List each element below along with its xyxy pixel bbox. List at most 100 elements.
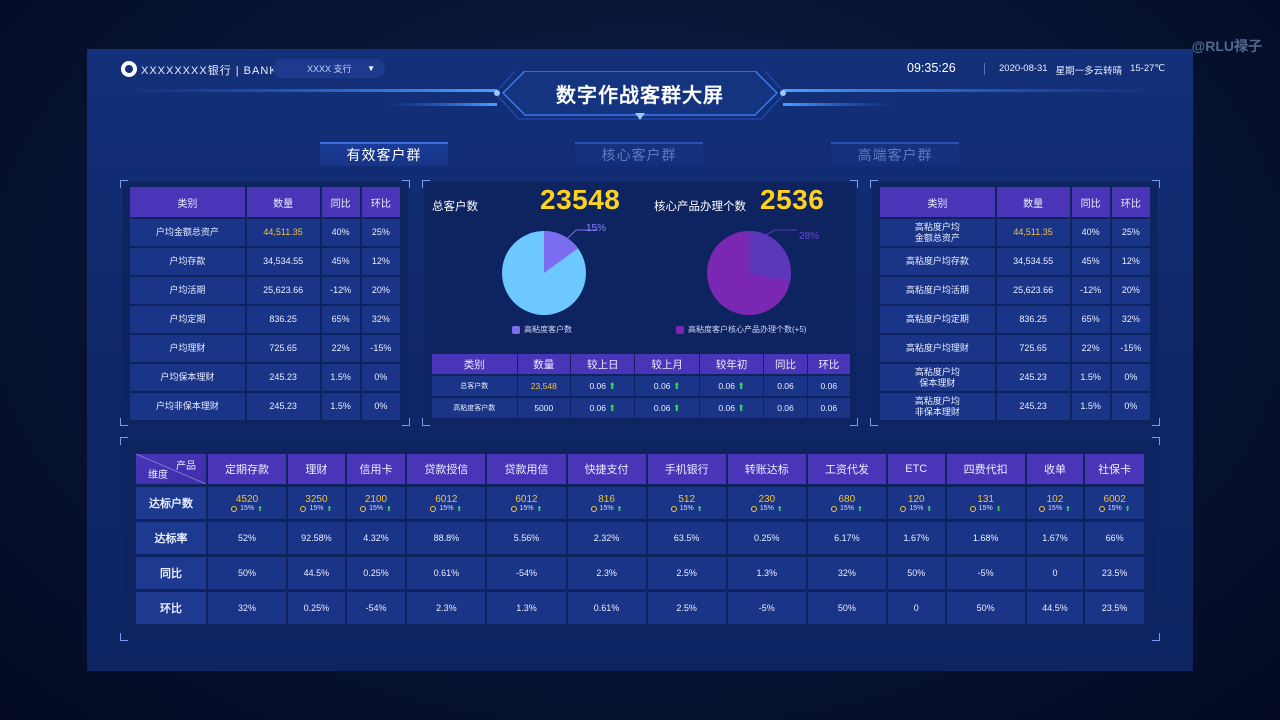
table-cell: 6.17% (807, 522, 886, 554)
table-cell: 2.3% (407, 592, 486, 624)
row-label-cell: 高粘度户均 保本理财 (880, 364, 995, 391)
table-cell: 44,511.35 (996, 219, 1070, 246)
left-stats-table: 类别 数量 同比 环比 户均金额总资产 44,511.35 40% 25% 户均存款 34,53… (128, 185, 402, 422)
count-subinfo: 15% ⬆ (1085, 505, 1144, 513)
product-column-header: 信用卡 (346, 454, 406, 484)
table-cell: 25,623.66 (996, 277, 1070, 304)
table-cell: 12% (361, 248, 400, 275)
table-row: 高粘度户均 非保本理财 245.23 1.5% 0% (880, 393, 1150, 420)
right-stats-table: 类别 数量 同比 环比 高粘度户均 金额总资产 44,511.35 40% 25% 高粘度户均存… (878, 185, 1152, 422)
table-cell: 2.3% (567, 557, 646, 589)
corner-decoration (1152, 418, 1160, 426)
dimension-bottom-label: 维度 (148, 470, 168, 481)
corner-decoration (422, 180, 430, 188)
cell-value: 0.06 (718, 402, 735, 413)
arrow-up-icon: ⬆ (608, 402, 616, 413)
table-cell: 40% (321, 219, 360, 246)
column-header: 类别 (432, 354, 517, 374)
column-header: 环比 (1111, 187, 1150, 217)
table-cell: 12% (1111, 248, 1150, 275)
table-cell: 20% (1111, 277, 1150, 304)
table-cell: 1.3% (487, 592, 566, 624)
table-cell: -15% (361, 335, 400, 362)
row-label-cell: 高粘度户均存款 (880, 248, 995, 275)
table-cell: 40% (1071, 219, 1110, 246)
corner-decoration (1152, 633, 1160, 641)
corner-decoration (120, 180, 128, 188)
core-products-label: 核心产品办理个数 (654, 201, 746, 213)
table-row: 高粘度户均活期 25,623.66 -12% 20% (880, 277, 1150, 304)
coin-icon (670, 505, 677, 512)
table-cell: 245.23 (246, 393, 320, 420)
row-label-cell: 总客户数 (432, 376, 517, 396)
arrow-up-icon: ⬆ (856, 505, 863, 513)
count-value: 816 (598, 493, 615, 505)
product-column-header: 快捷支付 (567, 454, 646, 484)
left-stats-panel: 类别 数量 同比 环比 户均金额总资产 44,511.35 40% 25% 户均存款 34,53… (120, 180, 410, 426)
table-cell: 0.06 ⬆ (570, 398, 635, 418)
arrow-up-icon: ⬆ (386, 505, 392, 513)
table-cell: 25% (1111, 219, 1150, 246)
cell-value: 0.06 (820, 403, 838, 413)
count-value: 6012 (515, 493, 538, 505)
table-cell: 6012 15% ⬆ (407, 487, 486, 519)
core-products-value: 2536 (760, 184, 825, 215)
count-subinfo: 15% ⬆ (347, 505, 406, 513)
row-label-cell: 环比 (136, 592, 206, 624)
product-stats-panel: 产品 维度 定期存款 理财 信用卡 贷款授信 贷款用信 快捷支付 手机银行 转账达标 工资代发 E… (120, 437, 1160, 641)
table-row: 户均保本理财 245.23 1.5% 0% (130, 364, 400, 391)
row-label-cell: 同比 (136, 557, 206, 589)
pie-slice-highlight (749, 231, 791, 281)
table-cell: 32% (1111, 306, 1150, 333)
column-header: 环比 (807, 354, 850, 374)
corner-decoration (1152, 437, 1160, 445)
table-cell: 52% (208, 522, 287, 554)
tab-core-customers[interactable]: 核心客户群 (575, 142, 703, 166)
table-cell: 0% (1111, 364, 1150, 391)
growth-percent: 15% (439, 505, 454, 512)
column-header: 同比 (1071, 187, 1110, 217)
table-row: 高粘度客户数 5000 0.06 ⬆ 0.06 ⬆ 0.06 ⬆ 0.06 0.06 (432, 398, 850, 418)
table-cell: 0% (361, 393, 400, 420)
tab-effective-customers[interactable]: 有效客户群 (320, 142, 448, 166)
coin-icon (590, 505, 597, 512)
table-cell: 66% (1085, 522, 1144, 554)
table-cell: 4520 15% ⬆ (208, 487, 287, 519)
table-cell: 6002 15% ⬆ (1085, 487, 1144, 519)
cell-value: 0.06 (777, 381, 794, 391)
coin-icon (430, 505, 437, 512)
table-cell: 836.25 (996, 306, 1070, 333)
table-row: 高粘度户均定期 836.25 65% 32% (880, 306, 1150, 333)
column-header: 同比 (321, 187, 360, 217)
table-cell: 102 15% ⬆ (1026, 487, 1084, 519)
table-cell: 25% (361, 219, 400, 246)
table-cell: 6012 15% ⬆ (487, 487, 566, 519)
row-label-cell: 高粘度户均理财 (880, 335, 995, 362)
table-cell: 1.5% (321, 393, 360, 420)
column-header: 较上月 (635, 354, 699, 374)
table-cell: 1.5% (1071, 364, 1110, 391)
pie1-legend: 高粘度客户数 (512, 324, 572, 335)
tab-high-end-customers[interactable]: 高端客户群 (831, 142, 959, 166)
table-cell: 0.06 ⬆ (570, 376, 635, 396)
table-row: 户均存款 34,534.55 45% 12% (130, 248, 400, 275)
table-row: 高粘度户均存款 34,534.55 45% 12% (880, 248, 1150, 275)
row-label-cell: 户均理财 (130, 335, 245, 362)
count-value: 230 (758, 493, 776, 505)
table-row: 户均非保本理财 245.23 1.5% 0% (130, 393, 400, 420)
arrow-up-icon: ⬆ (456, 505, 463, 513)
dimension-header-cell: 产品 维度 (136, 454, 206, 484)
table-row: 高粘度户均 金额总资产 44,511.35 40% 25% (880, 219, 1150, 246)
count-subinfo: 15% ⬆ (1027, 505, 1084, 513)
table-cell: 0.06 (807, 376, 850, 396)
product-column-header: 转账达标 (727, 454, 806, 484)
growth-percent: 15% (759, 505, 774, 512)
legend-swatch (512, 325, 520, 334)
table-cell: 65% (321, 306, 360, 333)
table-cell: 63.5% (647, 522, 726, 554)
count-subinfo: 15% ⬆ (728, 505, 806, 513)
coin-icon (360, 505, 367, 512)
table-cell: 44.5% (1026, 592, 1084, 624)
count-value: 6012 (435, 493, 458, 505)
table-cell: 0.06 (764, 376, 807, 396)
